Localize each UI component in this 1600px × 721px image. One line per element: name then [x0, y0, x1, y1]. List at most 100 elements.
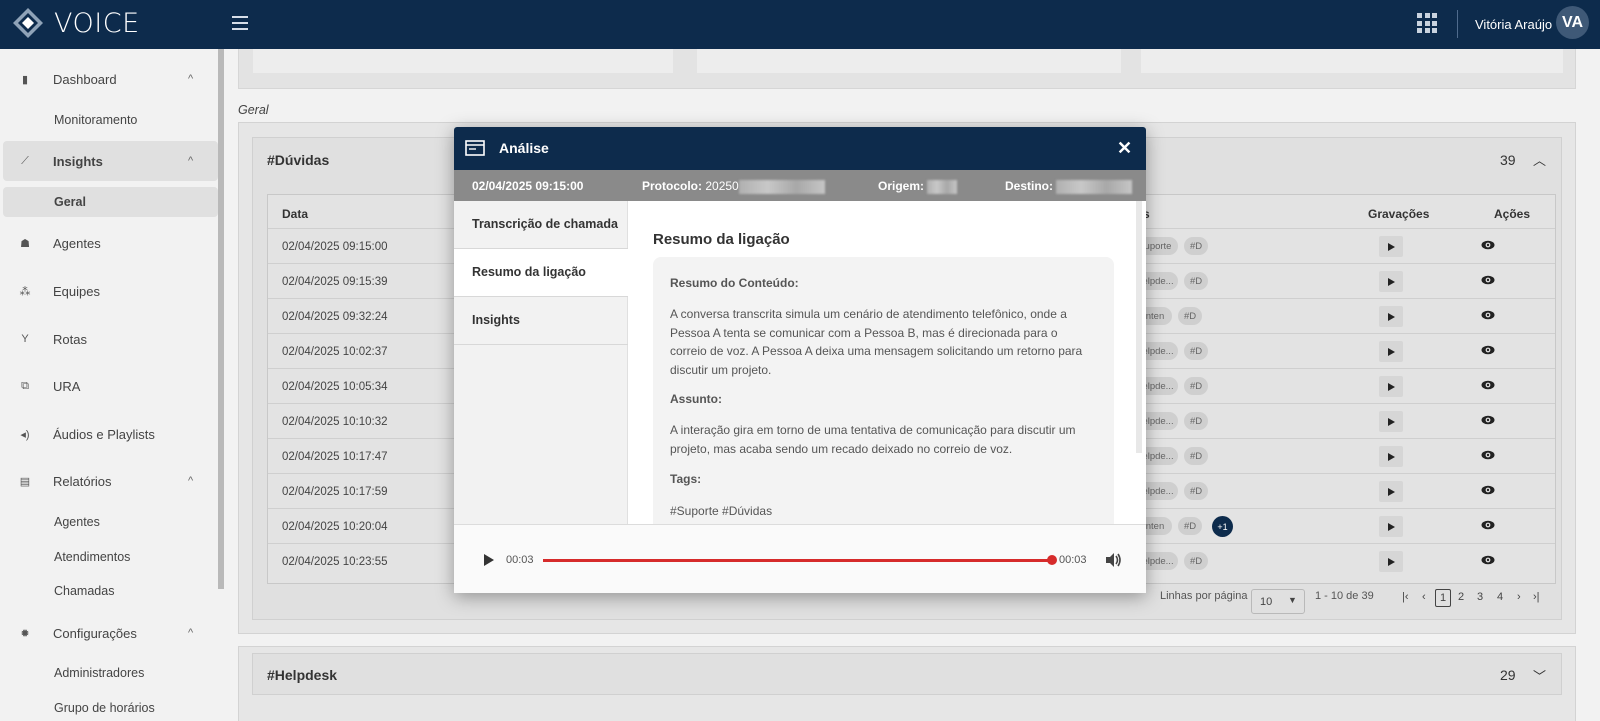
column-header-acoes[interactable]: Ações: [1494, 207, 1530, 221]
progress-knob[interactable]: [1047, 555, 1057, 565]
play-recording-button[interactable]: [1379, 341, 1403, 362]
top-cards: [238, 49, 1576, 89]
summary-panel: Resumo da ligação Resumo do Conteúdo: A …: [628, 201, 1146, 524]
row-date: 02/04/2025 09:15:39: [282, 276, 388, 288]
play-recording-button[interactable]: [1379, 271, 1403, 292]
next-page-icon[interactable]: ›: [1517, 591, 1521, 603]
modal-scrollbar[interactable]: [1136, 201, 1142, 453]
play-icon: [1387, 347, 1395, 356]
sidebar-item-insights[interactable]: ⟋ Insights ^: [3, 141, 218, 181]
play-recording-button[interactable]: [1379, 551, 1403, 572]
sidebar-item-label: Agentes: [53, 235, 101, 251]
play-recording-button[interactable]: [1379, 516, 1403, 537]
play-icon: [1387, 382, 1395, 391]
apps-grid-icon[interactable]: [1417, 13, 1437, 33]
panel-helpdesk: #Helpdesk 29 ﹀: [252, 653, 1562, 695]
page-1-button[interactable]: 1: [1435, 589, 1452, 607]
tab-transcricao[interactable]: Transcrição de chamada: [454, 201, 628, 249]
chevron-down-icon[interactable]: ﹀: [1533, 666, 1546, 685]
sidebar-subitem-chamadas[interactable]: Chamadas: [54, 584, 114, 598]
play-recording-button[interactable]: [1379, 236, 1403, 257]
sidebar-subitem-geral[interactable]: Geral: [3, 187, 218, 217]
sidebar-item-equipes[interactable]: ⁂ Equipes: [0, 271, 215, 311]
column-header-gravacoes[interactable]: Gravações: [1368, 207, 1429, 221]
play-recording-button[interactable]: [1379, 481, 1403, 502]
sidebar-item-audios[interactable]: ◂) Áudios e Playlists: [0, 414, 215, 454]
eye-icon[interactable]: [1481, 345, 1495, 355]
topbar-divider: [1457, 10, 1458, 38]
chevron-up-icon[interactable]: ︿: [1533, 150, 1546, 169]
protocol-label: Protocolo:: [642, 179, 702, 193]
eye-icon[interactable]: [1481, 275, 1495, 285]
eye-icon[interactable]: [1481, 450, 1495, 460]
sidebar-item-relatorios[interactable]: ▤ Relatórios ^: [0, 461, 215, 501]
last-page-icon[interactable]: ›|: [1533, 591, 1540, 603]
panel-title[interactable]: #Dúvidas: [267, 152, 329, 168]
call-origin: Origem:: [878, 179, 958, 194]
logo-diamond-icon: [13, 8, 43, 38]
play-icon: [1387, 557, 1395, 566]
tag-chip: #D: [1184, 377, 1209, 395]
chevron-up-icon: ^: [188, 73, 194, 85]
close-icon[interactable]: ✕: [1117, 139, 1132, 157]
more-tags-badge[interactable]: +1: [1212, 516, 1233, 537]
play-recording-button[interactable]: [1379, 411, 1403, 432]
eye-icon[interactable]: [1481, 415, 1495, 425]
tab-resumo[interactable]: Resumo da ligação: [454, 249, 628, 297]
sidebar-item-agentes[interactable]: ☗ Agentes: [0, 223, 215, 263]
sidebar-item-ura[interactable]: ⧉ URA: [0, 366, 215, 406]
tab-insights[interactable]: Insights: [454, 297, 628, 345]
sidebar-subitem-administradores[interactable]: Administradores: [54, 666, 144, 680]
sidebar-subitem-agentes[interactable]: Agentes: [54, 515, 100, 529]
prev-page-icon[interactable]: ‹: [1422, 591, 1426, 603]
tag-chip: #D: [1178, 307, 1203, 325]
sidebar-subitem-monitoramento[interactable]: Monitoramento: [54, 113, 137, 127]
eye-icon[interactable]: [1481, 555, 1495, 565]
sidebar-item-dashboard[interactable]: ▮ Dashboard ^: [0, 59, 215, 99]
sidebar-subitem-atendimentos[interactable]: Atendimentos: [54, 550, 130, 564]
trend-icon: ⟋: [21, 154, 29, 167]
summary-box: Resumo do Conteúdo: A conversa transcrit…: [653, 257, 1114, 524]
sidebar-item-configuracoes[interactable]: ✹ Configurações ^: [0, 613, 215, 653]
sidebar-item-rotas[interactable]: Y Rotas: [0, 319, 215, 359]
sidebar-scrollbar[interactable]: [218, 49, 224, 589]
play-recording-button[interactable]: [1379, 306, 1403, 327]
tags-text: #Suporte #Dúvidas: [670, 504, 773, 518]
play-recording-button[interactable]: [1379, 376, 1403, 397]
avatar[interactable]: VA: [1556, 6, 1589, 39]
progress-track[interactable]: [543, 559, 1052, 562]
rows-per-page-select[interactable]: 10 ▼: [1251, 589, 1305, 614]
play-recording-button[interactable]: [1379, 446, 1403, 467]
eye-icon[interactable]: [1481, 310, 1495, 320]
volume-icon[interactable]: [1104, 551, 1122, 569]
page-2-button[interactable]: 2: [1458, 591, 1464, 603]
user-name[interactable]: Vitória Araújo: [1475, 17, 1552, 32]
first-page-icon[interactable]: |‹: [1402, 591, 1409, 603]
page-3-button[interactable]: 3: [1477, 591, 1483, 603]
page-4-button[interactable]: 4: [1497, 591, 1503, 603]
redacted-value: [738, 179, 825, 194]
panel-title[interactable]: #Helpdesk: [267, 667, 337, 683]
logo[interactable]: VOICE: [12, 7, 140, 39]
play-icon: [1387, 452, 1395, 461]
chevron-up-icon: ^: [188, 627, 194, 639]
eye-icon[interactable]: [1481, 520, 1495, 530]
analysis-modal: Análise ✕ 02/04/2025 09:15:00 Protocolo:…: [454, 127, 1146, 593]
eye-icon[interactable]: [1481, 380, 1495, 390]
sidebar-item-label: Geral: [54, 195, 86, 209]
eye-icon[interactable]: [1481, 485, 1495, 495]
column-header-data[interactable]: Data: [282, 207, 308, 221]
audio-player: 00:03 00:03: [454, 524, 1146, 593]
top-bar: VOICE Vitória Araújo VA: [0, 0, 1600, 49]
sidebar-subitem-grupo-horarios[interactable]: Grupo de horários: [54, 701, 155, 715]
redacted-value: [1056, 179, 1133, 194]
eye-icon[interactable]: [1481, 240, 1495, 250]
tag-chip: #D: [1184, 482, 1209, 500]
summary-content-text: A conversa transcrita simula um cenário …: [670, 307, 1083, 377]
call-destination: Destino:: [1005, 179, 1133, 194]
logo-text: VOICE: [54, 7, 140, 39]
play-icon: [1387, 242, 1395, 251]
menu-toggle-icon[interactable]: [232, 16, 248, 30]
play-icon[interactable]: [484, 554, 494, 566]
dropdown-arrow-icon: ▼: [1288, 595, 1297, 605]
